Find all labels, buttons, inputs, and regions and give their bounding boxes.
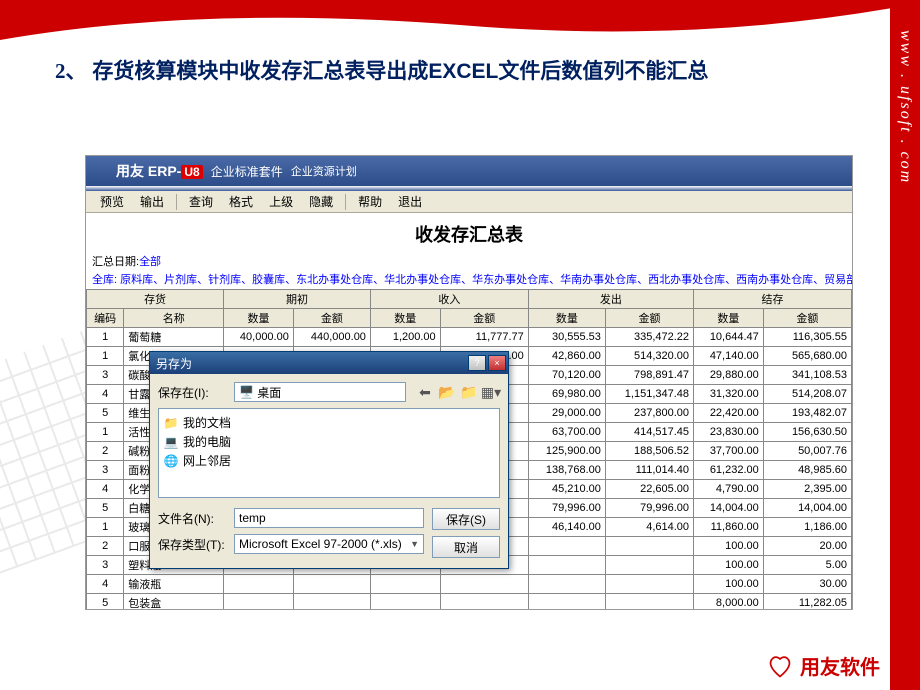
menu-item[interactable]: 隐藏 xyxy=(303,193,339,210)
column-header: 金额 xyxy=(763,309,851,328)
filetype-dropdown[interactable]: Microsoft Excel 97-2000 (*.xls) xyxy=(234,534,424,554)
filename-label: 文件名(N): xyxy=(158,510,228,527)
decorative-top-curve xyxy=(0,0,920,60)
save-as-dialog: 另存为 ? × 保存在(I): 🖥️ 桌面 ⬅ 📂 📁 ▦▾ 📁我的文档💻我的电… xyxy=(149,351,509,569)
menu-item[interactable]: 格式 xyxy=(223,193,259,210)
sidebar-brand-strip: www . ufsoft . com xyxy=(890,0,920,690)
report-title: 收发存汇总表 xyxy=(86,213,852,251)
heart-icon xyxy=(766,652,794,680)
table-row[interactable]: 1葡萄糖40,000.00440,000.001,200.0011,777.77… xyxy=(87,328,852,347)
column-group-header: 收入 xyxy=(370,290,528,309)
help-icon[interactable]: ? xyxy=(468,355,486,371)
erp-header: 用友 ERP-U8 企业标准套件 企业资源计划 xyxy=(86,156,852,186)
back-icon[interactable]: ⬅ xyxy=(416,383,434,401)
erp-logo: 用友 ERP-U8 xyxy=(116,161,203,181)
menu-item[interactable]: 退出 xyxy=(392,193,428,210)
cancel-button[interactable]: 取消 xyxy=(432,536,500,558)
menu-item[interactable]: 输出 xyxy=(134,193,170,210)
table-row[interactable]: 5包装盒8,000.0011,282.05 xyxy=(87,594,852,611)
list-item[interactable]: 💻我的电脑 xyxy=(163,432,495,451)
list-item[interactable]: 🌐网上邻居 xyxy=(163,451,495,470)
save-button[interactable]: 保存(S) xyxy=(432,508,500,530)
column-header: 编码 xyxy=(87,309,124,328)
column-group-header: 存货 xyxy=(87,290,224,309)
column-header: 金额 xyxy=(293,309,370,328)
list-item[interactable]: 📁我的文档 xyxy=(163,413,495,432)
footer-brand: 用友软件 xyxy=(766,651,880,680)
folder-icon: 💻 xyxy=(163,434,179,450)
sidebar-url: www . ufsoft . com xyxy=(896,30,914,184)
column-group-header: 发出 xyxy=(528,290,693,309)
erp-window: 用友 ERP-U8 企业标准套件 企业资源计划 预览输出查询格式上级隐藏帮助退出… xyxy=(85,155,853,610)
menu-item[interactable]: 上级 xyxy=(263,193,299,210)
column-header: 金额 xyxy=(440,309,528,328)
close-icon[interactable]: × xyxy=(488,355,506,371)
warehouse-list: 全库: 原料库、片剂库、针剂库、胶囊库、东北办事处仓库、华北办事处仓库、华东办事… xyxy=(86,271,852,289)
menu-item[interactable]: 帮助 xyxy=(352,193,388,210)
table-row[interactable]: 4输液瓶100.0030.00 xyxy=(87,575,852,594)
column-header: 数量 xyxy=(528,309,605,328)
save-in-dropdown[interactable]: 🖥️ 桌面 xyxy=(234,382,406,402)
menu-item[interactable]: 查询 xyxy=(183,193,219,210)
file-list[interactable]: 📁我的文档💻我的电脑🌐网上邻居 xyxy=(158,408,500,498)
folder-icon: 🌐 xyxy=(163,453,179,469)
column-header: 数量 xyxy=(370,309,440,328)
menubar: 预览输出查询格式上级隐藏帮助退出 xyxy=(86,191,852,213)
slide-title: 2、 存货核算模块中收发存汇总表导出成EXCEL文件后数值列不能汇总 xyxy=(55,55,708,85)
column-header: 名称 xyxy=(124,309,224,328)
column-header: 金额 xyxy=(605,309,693,328)
dialog-title-text: 另存为 xyxy=(156,355,192,372)
column-header: 数量 xyxy=(224,309,294,328)
column-group-header: 期初 xyxy=(224,290,371,309)
report-meta: 汇总日期:全部 xyxy=(86,251,852,271)
desktop-icon: 🖥️ xyxy=(239,385,254,399)
filename-input[interactable] xyxy=(234,508,424,528)
filetype-label: 保存类型(T): xyxy=(158,536,228,553)
new-folder-icon[interactable]: 📁 xyxy=(460,383,478,401)
save-in-label: 保存在(I): xyxy=(158,384,228,401)
view-menu-icon[interactable]: ▦▾ xyxy=(482,383,500,401)
menu-item[interactable]: 预览 xyxy=(94,193,130,210)
column-group-header: 结存 xyxy=(694,290,852,309)
up-icon[interactable]: 📂 xyxy=(438,383,456,401)
column-header: 数量 xyxy=(694,309,764,328)
dialog-titlebar[interactable]: 另存为 ? × xyxy=(150,352,508,374)
folder-icon: 📁 xyxy=(163,415,179,431)
